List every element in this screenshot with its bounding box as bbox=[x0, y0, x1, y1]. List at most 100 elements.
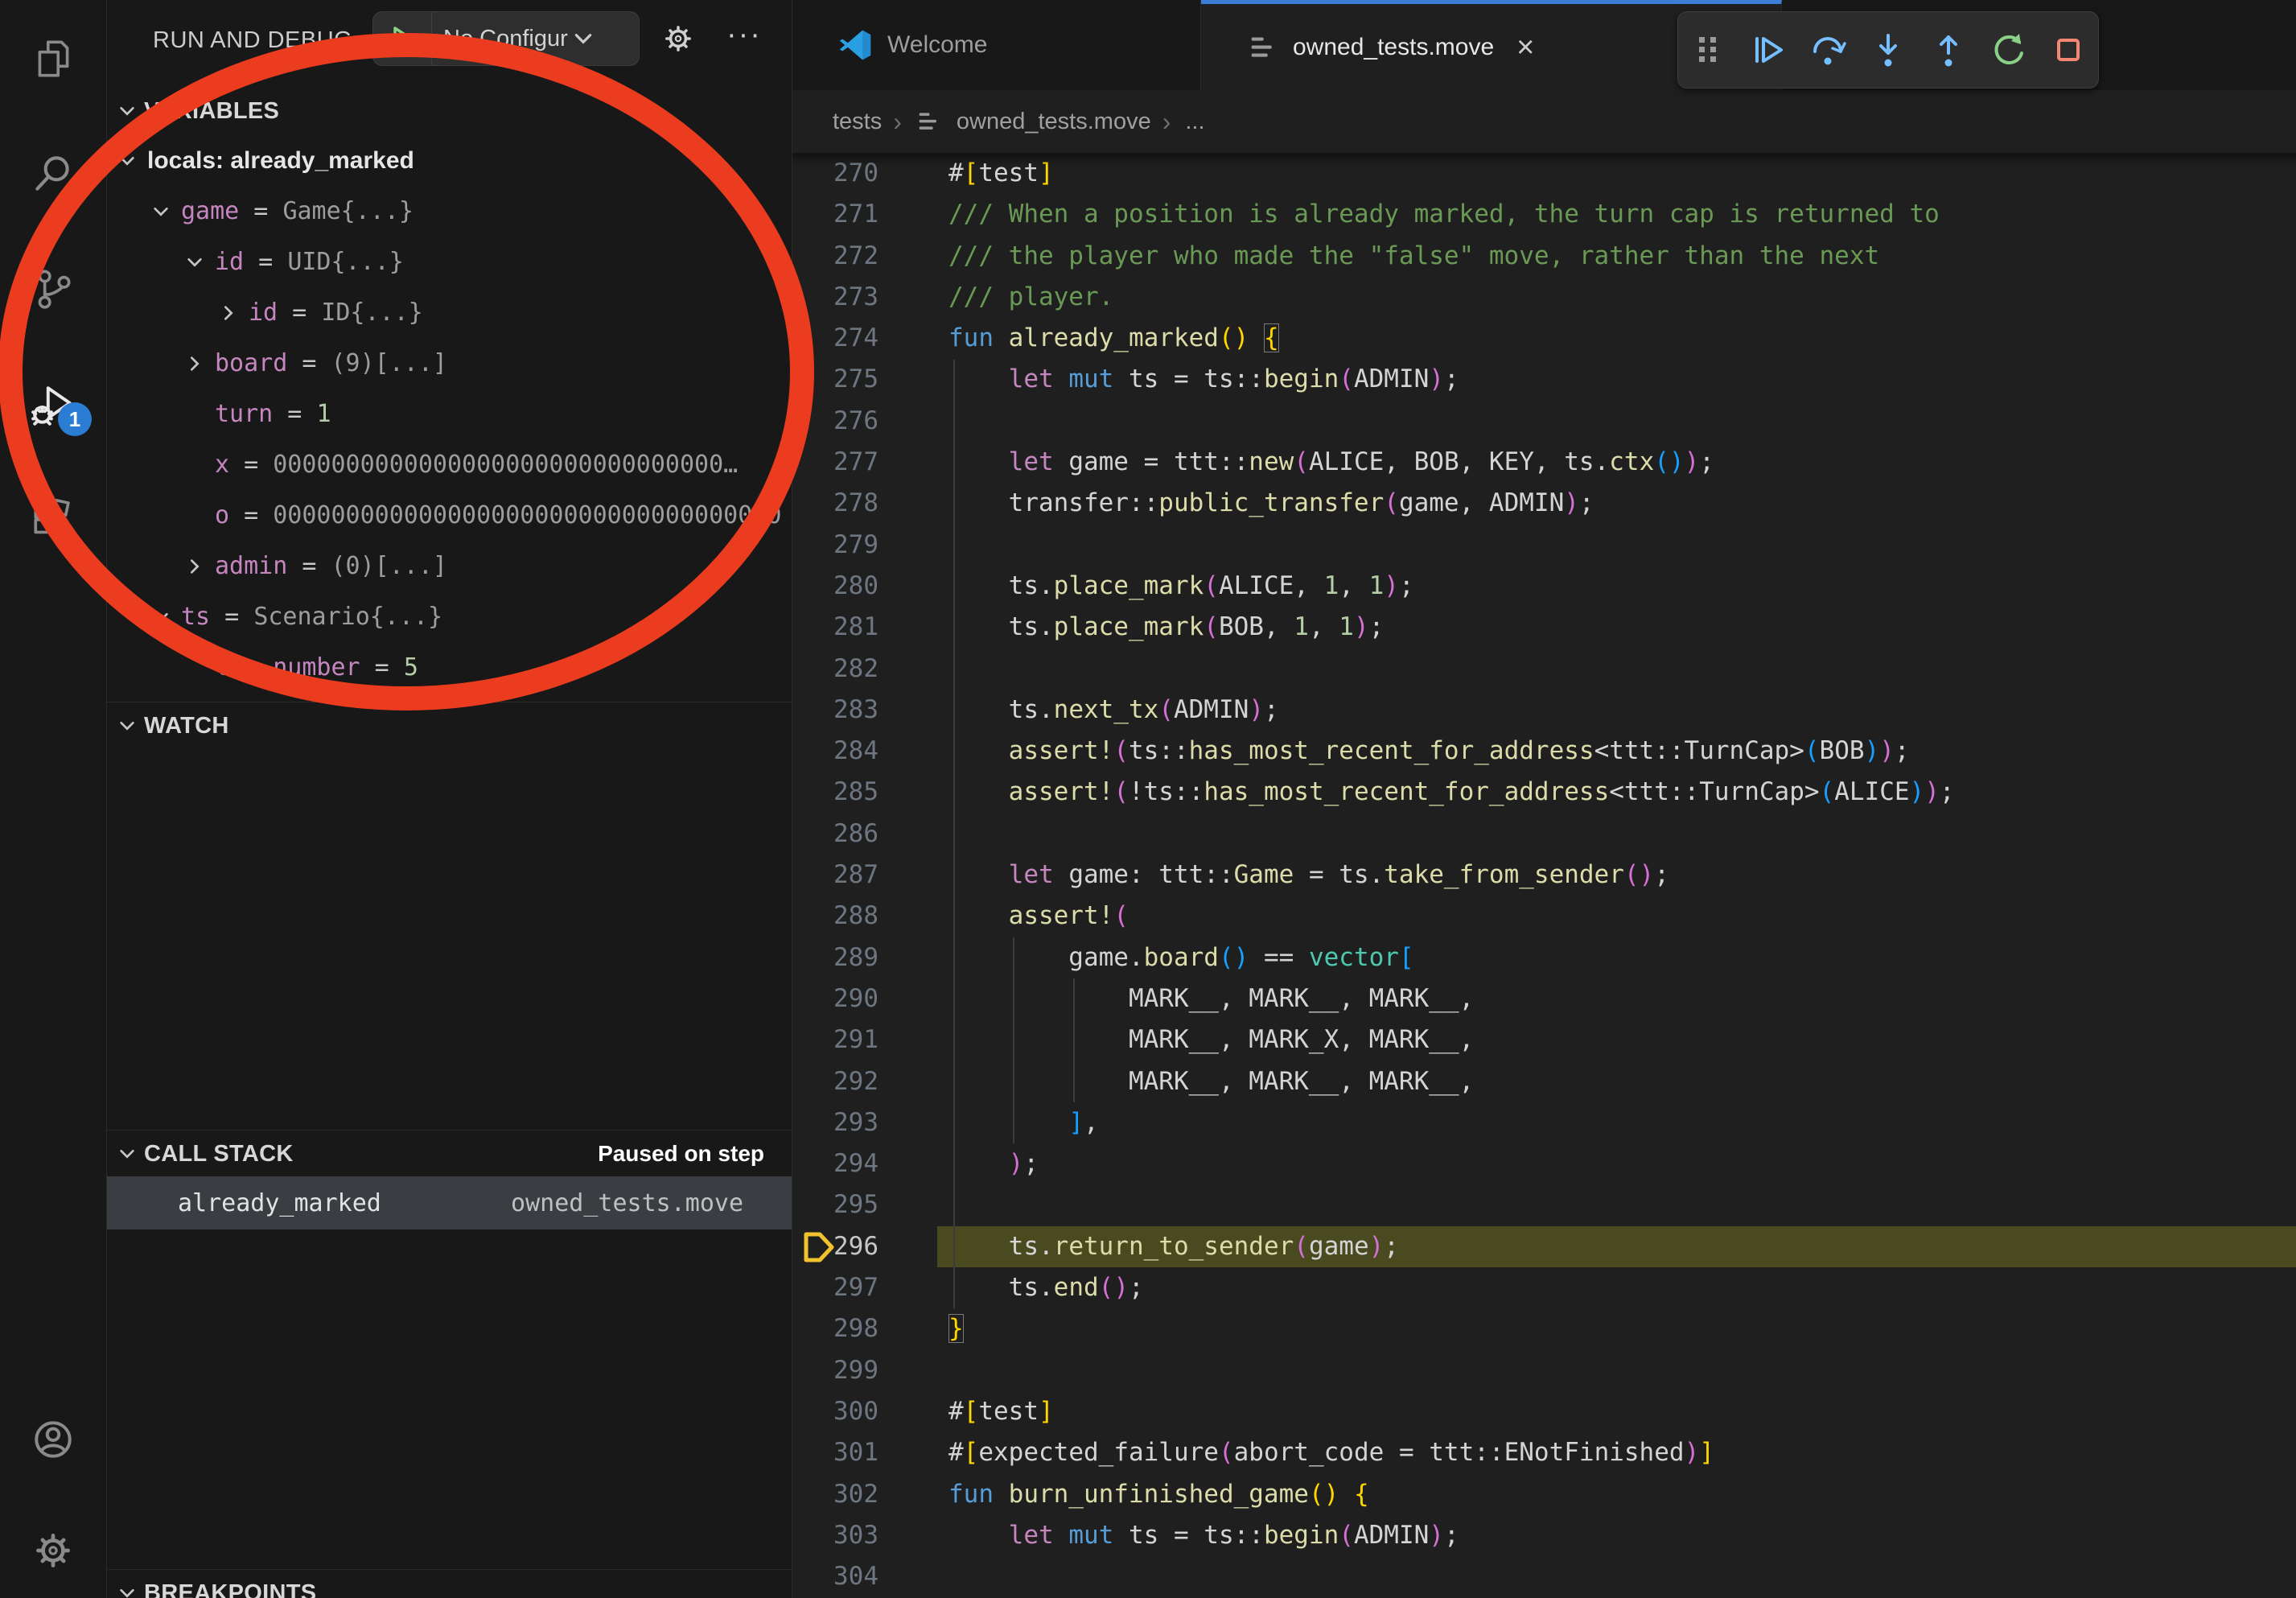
line-number[interactable]: 280 bbox=[792, 566, 937, 607]
variable-row[interactable]: o = 00000000000000000000000000000000000 bbox=[107, 490, 792, 541]
line-number[interactable]: 295 bbox=[792, 1184, 937, 1225]
line-number[interactable]: 304 bbox=[792, 1556, 937, 1597]
debug-settings-gear-icon[interactable] bbox=[660, 21, 696, 56]
breadcrumb-item-tests[interactable]: tests bbox=[833, 109, 882, 135]
code-text[interactable]: ); bbox=[937, 1143, 2296, 1184]
extensions-icon[interactable] bbox=[30, 499, 76, 546]
variable-row[interactable]: locals: already_marked bbox=[107, 135, 792, 186]
line-number[interactable]: 296 bbox=[792, 1226, 937, 1267]
code-editor[interactable]: 270#[test]271/// When a position is alre… bbox=[792, 153, 2296, 1598]
line-number[interactable]: 277 bbox=[792, 442, 937, 483]
code-text[interactable]: fun already_marked() { bbox=[937, 318, 2296, 359]
line-number[interactable]: 271 bbox=[792, 194, 937, 235]
code-text[interactable] bbox=[937, 1350, 2296, 1391]
chevron-down-icon[interactable] bbox=[118, 152, 136, 170]
code-text[interactable] bbox=[937, 1556, 2296, 1597]
chevron-right-icon[interactable] bbox=[186, 558, 204, 575]
code-text[interactable]: let mut ts = ts::begin(ADMIN); bbox=[937, 1515, 2296, 1556]
current-line-code[interactable]: ts.return_to_sender(game); bbox=[937, 1226, 2296, 1267]
settings-gear-icon[interactable] bbox=[30, 1527, 76, 1574]
step-into-button[interactable] bbox=[1867, 29, 1909, 71]
chevron-down-icon[interactable] bbox=[186, 253, 204, 271]
continue-button[interactable] bbox=[1747, 29, 1789, 71]
code-text[interactable]: MARK__, MARK__, MARK__, bbox=[937, 978, 2296, 1019]
code-text[interactable]: assert!( bbox=[937, 896, 2296, 937]
variable-chevron[interactable] bbox=[118, 152, 147, 170]
stop-button[interactable] bbox=[2047, 29, 2089, 71]
line-number[interactable]: 281 bbox=[792, 607, 937, 648]
call-stack-frame-row[interactable]: already_marked owned_tests.move bbox=[107, 1176, 792, 1229]
line-number[interactable]: 272 bbox=[792, 236, 937, 277]
line-number[interactable]: 302 bbox=[792, 1474, 937, 1515]
chevron-down-icon[interactable] bbox=[152, 203, 170, 220]
chevron-right-icon[interactable] bbox=[186, 355, 204, 373]
close-icon[interactable]: × bbox=[1516, 32, 1534, 63]
variable-chevron[interactable] bbox=[186, 558, 215, 575]
code-text[interactable]: ts.place_mark(BOB, 1, 1); bbox=[937, 607, 2296, 648]
variable-row[interactable]: admin = (0)[...] bbox=[107, 541, 792, 591]
code-text[interactable] bbox=[937, 1184, 2296, 1225]
line-number[interactable]: 292 bbox=[792, 1061, 937, 1102]
code-text[interactable] bbox=[937, 525, 2296, 566]
variable-row[interactable]: turn = 1 bbox=[107, 389, 792, 439]
breadcrumb-item-file[interactable]: owned_tests.move bbox=[957, 109, 1151, 135]
chevron-down-icon[interactable] bbox=[152, 608, 170, 626]
restart-button[interactable] bbox=[1987, 29, 2029, 71]
code-text[interactable]: assert!(!ts::has_most_recent_for_address… bbox=[937, 772, 2296, 813]
code-text[interactable]: /// player. bbox=[937, 277, 2296, 318]
chevron-right-icon[interactable] bbox=[220, 304, 237, 322]
step-out-button[interactable] bbox=[1928, 29, 1969, 71]
code-text[interactable]: fun burn_unfinished_game() { bbox=[937, 1474, 2296, 1515]
code-text[interactable]: /// the player who made the "false" move… bbox=[937, 236, 2296, 277]
call-stack-section-header[interactable]: CALL STACK Paused on step bbox=[107, 1133, 792, 1175]
code-text[interactable]: let game = ttt::new(ALICE, BOB, KEY, ts.… bbox=[937, 442, 2296, 483]
line-number[interactable]: 303 bbox=[792, 1515, 937, 1556]
account-icon[interactable] bbox=[30, 1416, 76, 1463]
code-text[interactable]: ts.place_mark(ALICE, 1, 1); bbox=[937, 566, 2296, 607]
watch-section-header[interactable]: WATCH bbox=[107, 705, 792, 747]
tab-welcome[interactable]: Welcome bbox=[792, 0, 1201, 90]
variable-row[interactable]: board = (9)[...] bbox=[107, 338, 792, 389]
line-number[interactable]: 297 bbox=[792, 1267, 937, 1308]
code-text[interactable]: ], bbox=[937, 1102, 2296, 1143]
debug-config-dropdown[interactable]: No Configur bbox=[372, 11, 640, 66]
line-number[interactable]: 276 bbox=[792, 401, 937, 442]
line-number[interactable]: 275 bbox=[792, 359, 937, 400]
breadcrumb-item-symbol[interactable]: ... bbox=[1185, 109, 1204, 135]
code-text[interactable] bbox=[937, 649, 2296, 690]
code-text[interactable]: /// When a position is already marked, t… bbox=[937, 194, 2296, 235]
line-number[interactable]: 288 bbox=[792, 896, 937, 937]
line-number[interactable]: 283 bbox=[792, 690, 937, 731]
line-number[interactable]: 289 bbox=[792, 937, 937, 978]
line-number[interactable]: 294 bbox=[792, 1143, 937, 1184]
code-text[interactable]: transfer::public_transfer(game, ADMIN); bbox=[937, 483, 2296, 524]
variable-chevron[interactable] bbox=[152, 608, 181, 626]
code-text[interactable]: assert!(ts::has_most_recent_for_address<… bbox=[937, 731, 2296, 772]
line-number[interactable]: 301 bbox=[792, 1432, 937, 1473]
variables-section-header[interactable]: VARIABLES bbox=[107, 90, 792, 132]
code-text[interactable]: game.board() == vector[ bbox=[937, 937, 2296, 978]
variable-chevron[interactable] bbox=[220, 304, 249, 322]
line-number[interactable]: 282 bbox=[792, 649, 937, 690]
line-number[interactable]: 298 bbox=[792, 1308, 937, 1349]
code-text[interactable]: #[test] bbox=[937, 1391, 2296, 1432]
line-number[interactable]: 286 bbox=[792, 813, 937, 855]
code-text[interactable]: #[expected_failure(abort_code = ttt::ENo… bbox=[937, 1432, 2296, 1473]
start-debug-button[interactable] bbox=[373, 12, 432, 65]
code-text[interactable]: MARK__, MARK__, MARK__, bbox=[937, 1061, 2296, 1102]
code-text[interactable]: ts.end(); bbox=[937, 1267, 2296, 1308]
code-text[interactable] bbox=[937, 813, 2296, 855]
line-number[interactable]: 279 bbox=[792, 525, 937, 566]
line-number[interactable]: 299 bbox=[792, 1350, 937, 1391]
code-text[interactable]: let game: ttt::Game = ts.take_from_sende… bbox=[937, 855, 2296, 896]
files-icon[interactable] bbox=[30, 35, 76, 82]
drag-handle-icon[interactable] bbox=[1687, 29, 1729, 71]
code-text[interactable] bbox=[937, 401, 2296, 442]
variable-row[interactable]: id = UID{...} bbox=[107, 237, 792, 287]
search-icon[interactable] bbox=[30, 150, 76, 196]
line-number[interactable]: 274 bbox=[792, 318, 937, 359]
line-number[interactable]: 278 bbox=[792, 483, 937, 524]
line-number[interactable]: 291 bbox=[792, 1019, 937, 1061]
variable-chevron[interactable] bbox=[186, 355, 215, 373]
code-text[interactable]: MARK__, MARK_X, MARK__, bbox=[937, 1019, 2296, 1061]
